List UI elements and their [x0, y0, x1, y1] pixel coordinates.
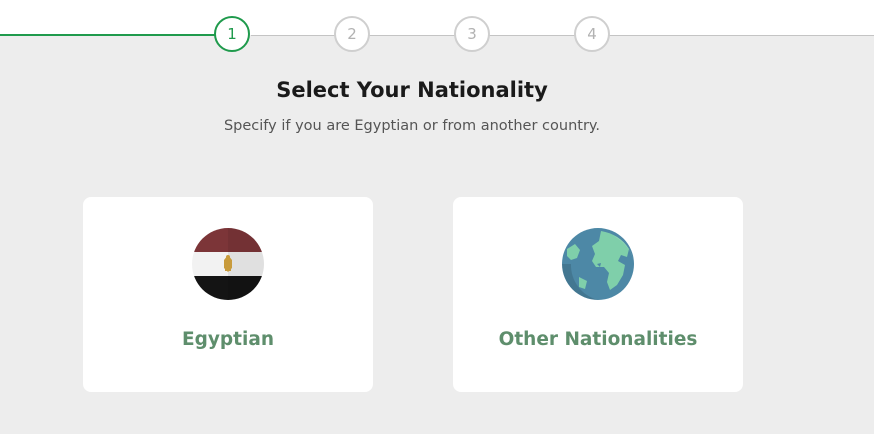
step-4-indicator: 4 — [574, 16, 610, 52]
stepper-progress-line — [0, 34, 215, 36]
progress-stepper: 1 2 3 4 — [0, 0, 874, 60]
step-3-indicator: 3 — [454, 16, 490, 52]
egypt-flag-icon — [191, 227, 265, 301]
step-1-indicator: 1 — [214, 16, 250, 52]
option-egyptian-card[interactable]: Egyptian — [83, 197, 373, 392]
page-title: Select Your Nationality — [276, 78, 548, 102]
option-egyptian-label: Egyptian — [181, 329, 275, 350]
option-other-nationalities-card[interactable]: Other Nationalities — [453, 197, 743, 392]
step-2-indicator: 2 — [334, 16, 370, 52]
page-subtitle: Specify if you are Egyptian or from anot… — [223, 118, 601, 134]
option-other-nationalities-label: Other Nationalities — [498, 329, 698, 350]
globe-icon — [561, 227, 635, 301]
